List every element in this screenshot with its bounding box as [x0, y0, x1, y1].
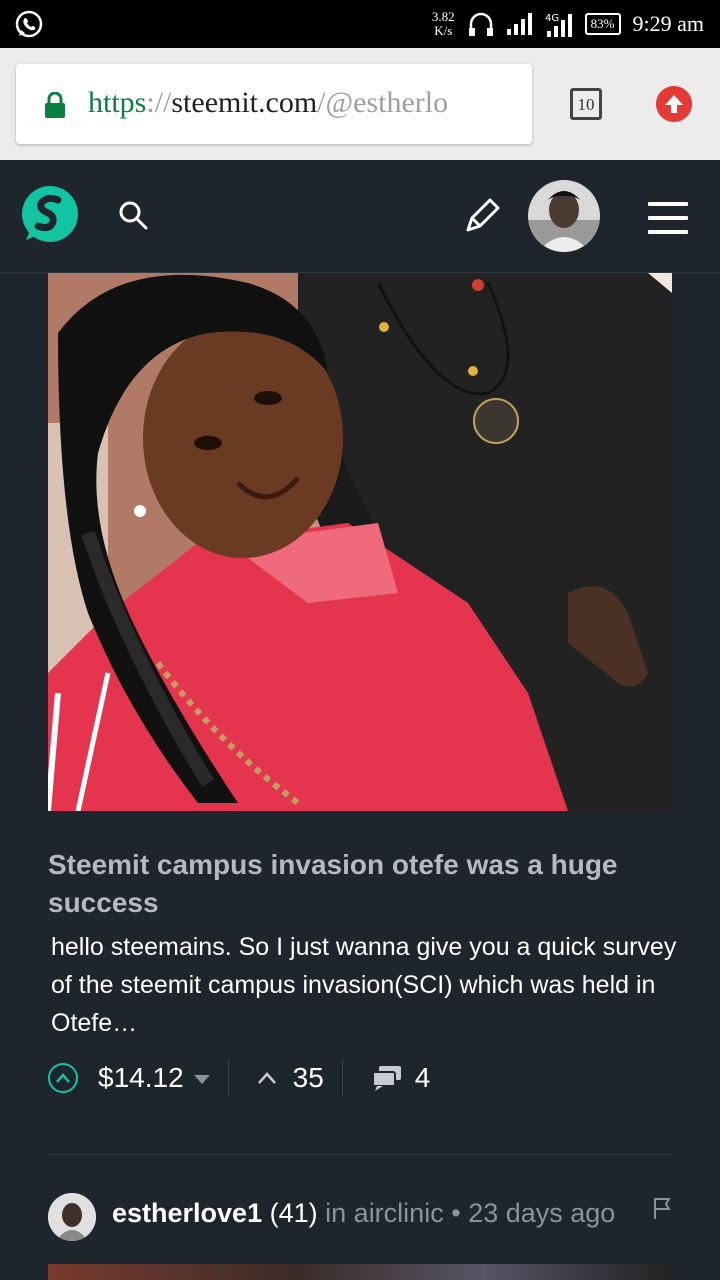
network-speed: 3.82 K/s [432, 10, 455, 38]
pen-icon[interactable] [462, 196, 502, 236]
url-path: /@estherlo [317, 86, 449, 119]
url-host: steemit.com [171, 86, 318, 119]
chevron-up-icon [56, 1073, 70, 1083]
comments-count[interactable]: 4 [415, 1062, 431, 1094]
author-reputation: (41) [269, 1198, 318, 1228]
headphones-icon [468, 12, 493, 36]
post-footer: $14.12 35 4 [48, 1058, 688, 1098]
steemit-logo[interactable] [18, 182, 82, 246]
post-excerpt[interactable]: hello steemains. So I just wanna give yo… [51, 928, 691, 1042]
tab-switcher-button[interactable]: 10 [570, 88, 602, 120]
chevron-up-icon[interactable] [257, 1071, 277, 1085]
url-separator: :// [146, 86, 172, 119]
network-speed-value: 3.82 [431, 9, 455, 24]
search-icon[interactable] [118, 200, 148, 230]
svg-text:4G: 4G [545, 13, 559, 24]
signal-icon: 4G [545, 13, 572, 37]
votes-count[interactable]: 35 [293, 1062, 324, 1094]
card-separator [48, 1154, 672, 1155]
post-image[interactable] [48, 1264, 672, 1280]
upvote-button[interactable] [48, 1063, 78, 1093]
whatsapp-icon [15, 10, 43, 38]
author-avatar[interactable] [48, 1193, 96, 1241]
lock-icon [45, 92, 65, 118]
author-name[interactable]: estherlove1 [112, 1198, 262, 1228]
post-title[interactable]: Steemit campus invasion otefe was a huge… [48, 846, 688, 922]
upload-icon[interactable] [656, 86, 692, 122]
url-text: https://steemit.com/@estherlo [88, 86, 448, 120]
signal-icon [506, 13, 532, 35]
battery-icon: 83% [584, 13, 621, 35]
network-speed-unit: K/s [434, 23, 453, 38]
status-bar: 3.82 K/s 4G 83% 9:29 am [0, 0, 720, 48]
caret-down-icon[interactable] [193, 1074, 210, 1084]
url-bar[interactable]: https://steemit.com/@estherlo [16, 64, 532, 144]
avatar[interactable] [528, 180, 600, 252]
meta-separator: • [451, 1198, 461, 1228]
post-age: 23 days ago [468, 1198, 616, 1228]
comments-icon[interactable] [371, 1064, 403, 1092]
flag-icon[interactable] [652, 1196, 672, 1220]
app-header [0, 160, 720, 273]
in-label: in [325, 1198, 347, 1228]
payout-value[interactable]: $14.12 [98, 1062, 184, 1094]
post-image[interactable] [48, 273, 672, 811]
community-link[interactable]: airclinic [354, 1198, 444, 1228]
browser-toolbar: https://steemit.com/@estherlo 10 [0, 48, 720, 160]
post-meta: estherlove1 (41) in airclinic • 23 days … [112, 1198, 615, 1229]
clock: 9:29 am [632, 11, 705, 36]
url-scheme: https [88, 86, 147, 119]
menu-icon[interactable] [648, 202, 688, 234]
divider [227, 1060, 229, 1096]
divider [341, 1060, 343, 1096]
